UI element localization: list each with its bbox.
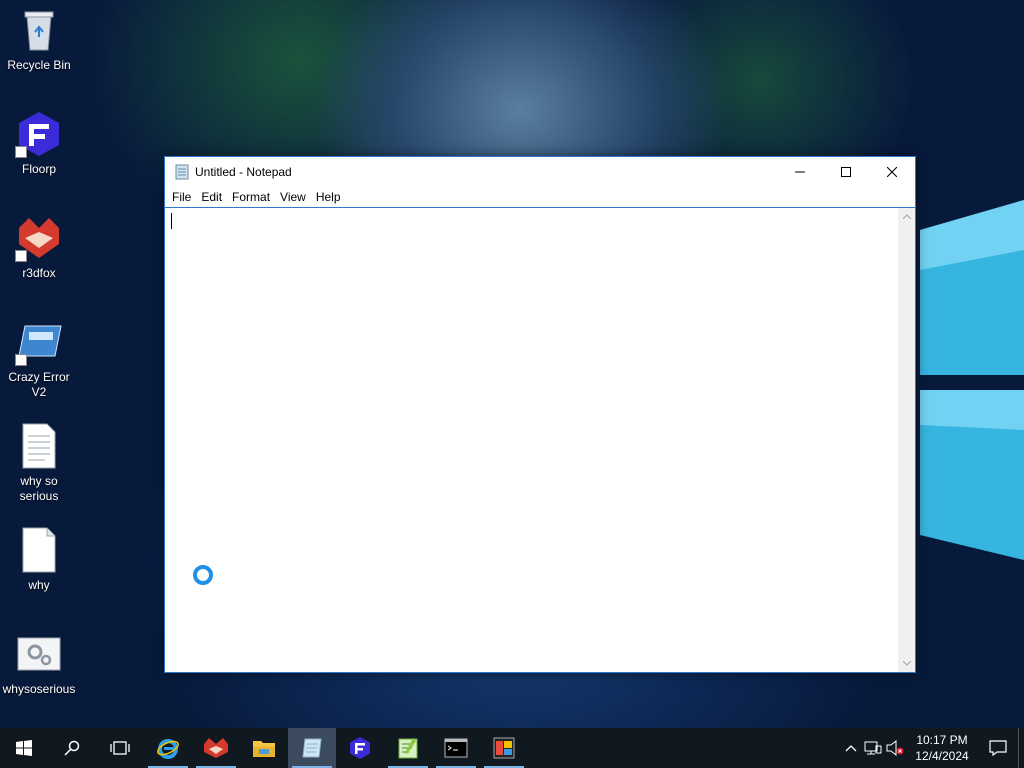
network-button[interactable] bbox=[862, 728, 884, 768]
desktop-icon-whysoserious[interactable]: whysoserious bbox=[0, 630, 78, 697]
recycle-bin-icon bbox=[24, 11, 54, 51]
r3dfox-icon bbox=[15, 214, 63, 262]
notepad-icon bbox=[175, 164, 189, 180]
system-tray: 10:17 PM 12/4/2024 bbox=[840, 728, 1024, 768]
scroll-down-button[interactable] bbox=[898, 655, 915, 672]
taskbar: 10:17 PM 12/4/2024 bbox=[0, 728, 1024, 768]
close-icon bbox=[887, 167, 897, 177]
desktop-icon-recycle-bin[interactable]: Recycle Bin bbox=[0, 6, 78, 73]
busy-cursor-icon bbox=[193, 565, 213, 585]
scroll-up-button[interactable] bbox=[898, 208, 915, 225]
menu-format[interactable]: Format bbox=[227, 187, 275, 207]
blank-file-icon bbox=[22, 527, 56, 573]
notepad-icon bbox=[302, 738, 322, 758]
maximize-button[interactable] bbox=[823, 157, 869, 187]
taskbar-command-prompt[interactable] bbox=[432, 728, 480, 768]
taskbar-notepad[interactable] bbox=[288, 728, 336, 768]
shortcut-arrow-icon bbox=[15, 354, 27, 366]
minimize-icon bbox=[795, 171, 805, 173]
notepad-titlebar[interactable]: Untitled - Notepad bbox=[165, 157, 915, 187]
taskbar-internet-explorer[interactable] bbox=[144, 728, 192, 768]
vertical-scrollbar[interactable] bbox=[898, 208, 915, 672]
floorp-icon bbox=[350, 737, 370, 759]
internet-explorer-icon bbox=[157, 739, 179, 759]
notepad-window[interactable]: Untitled - Notepad File Edit Format View… bbox=[164, 156, 916, 673]
action-center-button[interactable] bbox=[978, 728, 1018, 768]
clock-time: 10:17 PM bbox=[916, 733, 968, 747]
task-view-icon bbox=[110, 741, 130, 755]
desktop-icon-r3dfox[interactable]: r3dfox bbox=[0, 214, 78, 281]
desktop-icon-why[interactable]: why bbox=[0, 526, 78, 593]
desktop-icon-why-so-serious[interactable]: why so serious bbox=[0, 422, 78, 504]
taskbar-notepadplusplus[interactable] bbox=[384, 728, 432, 768]
app-icon bbox=[493, 737, 515, 759]
volume-muted-icon bbox=[886, 740, 904, 756]
taskbar-r3dfox[interactable] bbox=[192, 728, 240, 768]
desktop-icon-label: r3dfox bbox=[22, 266, 56, 280]
desktop-icon-label: Crazy Error V2 bbox=[8, 370, 70, 399]
desktop-icon-crazy-error[interactable]: Crazy Error V2 bbox=[0, 318, 78, 400]
chevron-up-icon bbox=[845, 745, 857, 752]
search-icon bbox=[64, 740, 80, 756]
taskbar-app[interactable] bbox=[480, 728, 528, 768]
desktop-icon-floorp[interactable]: Floorp bbox=[0, 110, 78, 177]
search-button[interactable] bbox=[48, 728, 96, 768]
desktop-icon-label: Floorp bbox=[21, 162, 56, 176]
chevron-down-icon bbox=[902, 661, 911, 666]
crazy-error-icon bbox=[15, 318, 63, 366]
text-caret bbox=[171, 213, 172, 229]
maximize-icon bbox=[841, 167, 851, 177]
menu-help[interactable]: Help bbox=[311, 187, 346, 207]
show-hidden-icons-button[interactable] bbox=[840, 728, 862, 768]
notification-icon bbox=[989, 740, 1007, 756]
close-button[interactable] bbox=[869, 157, 915, 187]
start-button[interactable] bbox=[0, 728, 48, 768]
desktop-icon-label: why so serious bbox=[19, 474, 59, 503]
menu-edit[interactable]: Edit bbox=[196, 187, 227, 207]
chevron-up-icon bbox=[902, 214, 911, 219]
floorp-icon bbox=[15, 110, 63, 158]
notepadplusplus-icon bbox=[398, 738, 418, 759]
menu-file[interactable]: File bbox=[167, 187, 196, 207]
minimize-button[interactable] bbox=[777, 157, 823, 187]
window-title: Untitled - Notepad bbox=[195, 165, 292, 179]
desktop-icon-label: Recycle Bin bbox=[7, 58, 71, 72]
shortcut-arrow-icon bbox=[15, 146, 27, 158]
folder-icon bbox=[253, 741, 275, 757]
show-desktop-button[interactable] bbox=[1018, 728, 1024, 768]
clock-date: 12/4/2024 bbox=[915, 749, 969, 763]
text-file-icon bbox=[22, 423, 56, 469]
network-icon bbox=[864, 741, 882, 755]
menu-bar: File Edit Format View Help bbox=[165, 187, 915, 207]
windows-logo-wallpaper bbox=[920, 200, 1024, 560]
text-editor-area[interactable] bbox=[165, 207, 915, 672]
volume-button[interactable] bbox=[884, 728, 906, 768]
r3dfox-icon bbox=[204, 738, 228, 758]
menu-view[interactable]: View bbox=[275, 187, 311, 207]
taskbar-floorp[interactable] bbox=[336, 728, 384, 768]
desktop-icon-label: whysoserious bbox=[2, 682, 76, 696]
settings-file-icon bbox=[17, 637, 61, 671]
shortcut-arrow-icon bbox=[15, 250, 27, 262]
cmd-icon bbox=[444, 738, 468, 758]
taskbar-file-explorer[interactable] bbox=[240, 728, 288, 768]
task-view-button[interactable] bbox=[96, 728, 144, 768]
taskbar-clock[interactable]: 10:17 PM 12/4/2024 bbox=[906, 732, 978, 764]
desktop-icon-label: why bbox=[28, 578, 50, 592]
windows-icon bbox=[16, 740, 32, 756]
